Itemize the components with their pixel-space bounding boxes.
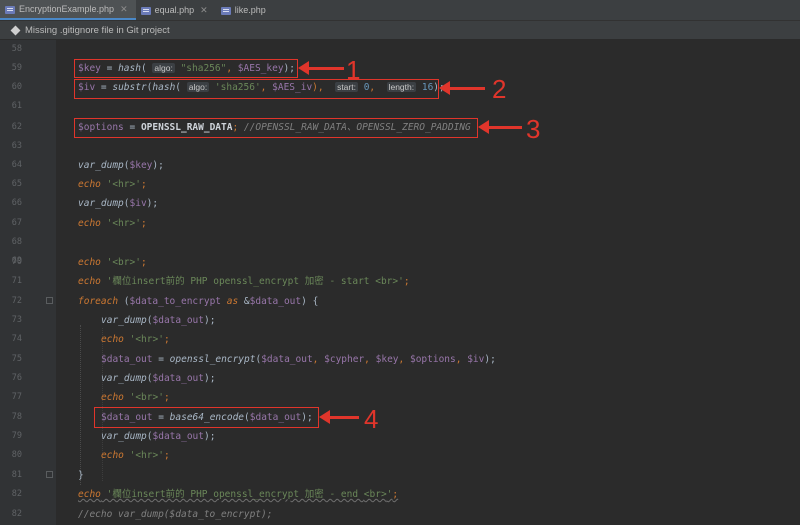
arrow-icon — [319, 410, 359, 424]
annotation-number-1: 1 — [346, 55, 361, 85]
line-number: 62 — [11, 122, 22, 132]
annotation-number-4: 4 — [364, 404, 379, 434]
code-text: var_dump($iv); — [78, 198, 159, 209]
line-number: 80 — [11, 450, 22, 460]
code-line: 77 echo '<br>'; — [0, 388, 800, 407]
line-number: 67 — [11, 218, 22, 228]
code-text: echo '<br>'; — [78, 257, 147, 268]
php-file-icon — [220, 6, 231, 15]
line-number: 74 — [11, 334, 22, 344]
code-line: 70 echo '<br>'; — [0, 253, 800, 272]
line-number: 81 — [11, 470, 22, 480]
code-line: 76 var_dump($data_out); — [0, 369, 800, 388]
line-number: 65 — [11, 179, 22, 189]
code-text: foreach ($data_to_encrypt as &$data_out)… — [78, 296, 319, 307]
git-icon — [10, 25, 21, 35]
code-line: 67 echo '<hr>'; — [0, 214, 800, 233]
line-number: 59 — [11, 63, 22, 73]
line-number: 61 — [11, 101, 22, 111]
code-line: 71 echo '欄位insert前的 PHP openssl_encrypt … — [0, 272, 800, 291]
code-text: var_dump($data_out); — [101, 315, 216, 326]
code-text: } — [78, 470, 84, 481]
code-line: 61 — [0, 97, 800, 116]
code-text: echo '<hr>'; — [78, 179, 147, 190]
code-text: echo '<hr>'; — [101, 450, 170, 461]
arrow-icon — [298, 61, 344, 75]
line-number: 79 — [11, 431, 22, 441]
code-line: 81 } — [0, 466, 800, 485]
code-line: 72 foreach ($data_to_encrypt as &$data_o… — [0, 292, 800, 311]
code-line: 64 var_dump($key); — [0, 156, 800, 175]
line-number: 73 — [11, 315, 22, 325]
line-number: 78 — [11, 412, 22, 422]
line-number: 75 — [11, 354, 22, 364]
line-number: 58 — [11, 44, 22, 54]
annotation-number-2: 2 — [492, 74, 507, 104]
tab-label: equal.php — [154, 5, 195, 15]
tab-like[interactable]: like.php — [216, 0, 274, 20]
tab-label: EncryptionExample.php — [19, 4, 115, 14]
tab-label: like.php — [234, 5, 266, 15]
highlight-box-3 — [74, 118, 478, 138]
code-text: var_dump($data_out); — [101, 373, 216, 384]
code-text: echo '<hr>'; — [101, 334, 170, 345]
code-line: 63 — [0, 137, 800, 156]
code-line: 82 82 //echo var_dump($data_to_encrypt); — [0, 505, 800, 524]
code-text: echo '欄位insert前的 PHP openssl_encrypt 加密 … — [78, 276, 410, 287]
line-number: 77 — [11, 392, 22, 402]
line-number: 71 — [11, 276, 22, 286]
highlight-box-2 — [74, 79, 439, 99]
code-line: 58 — [0, 40, 800, 59]
line-number: 76 — [11, 373, 22, 383]
code-text: var_dump($data_out); — [101, 431, 216, 442]
line-number: 66 — [11, 198, 22, 208]
line-number: 60 — [11, 82, 22, 92]
code-line: 66 var_dump($iv); — [0, 194, 800, 213]
highlight-box-4 — [94, 407, 319, 428]
annotation-number-3: 3 — [526, 114, 541, 144]
fold-icon[interactable] — [46, 297, 53, 304]
php-file-icon — [140, 6, 151, 15]
notification-banner: Missing .gitignore file in Git project — [0, 21, 800, 40]
banner-text: Missing .gitignore file in Git project — [25, 24, 170, 36]
code-text: echo '<br>'; — [101, 392, 170, 403]
line-number: 82 — [11, 489, 22, 499]
editor-tab-bar: EncryptionExample.php ✕ equal.php ✕ like… — [0, 0, 800, 21]
code-line: 82 echo '欄位insert前的 PHP openssl_encrypt … — [0, 485, 800, 504]
code-line: 75 $data_out = openssl_encrypt($data_out… — [0, 350, 800, 369]
code-text: echo '欄位insert前的 PHP openssl_encrypt 加密 … — [78, 489, 399, 500]
line-number: 72 — [11, 296, 22, 306]
close-icon[interactable]: ✕ — [120, 4, 128, 15]
code-line: 68 — [0, 233, 800, 252]
arrow-icon — [439, 81, 485, 95]
tab-encryption-example[interactable]: EncryptionExample.php ✕ — [0, 0, 136, 20]
code-text: echo '<hr>'; — [78, 218, 147, 229]
code-text: //echo var_dump($data_to_encrypt); — [78, 509, 273, 520]
highlight-box-1 — [74, 59, 298, 78]
php-file-icon — [5, 5, 15, 14]
line-number: 70 — [11, 257, 22, 267]
line-number: 68 — [11, 237, 22, 247]
code-text: var_dump($key); — [78, 160, 164, 171]
code-line: 80 echo '<hr>'; — [0, 446, 800, 465]
code-line: 65 echo '<hr>'; — [0, 175, 800, 194]
line-number: 63 — [11, 141, 22, 151]
close-icon[interactable]: ✕ — [200, 5, 208, 16]
code-editor[interactable]: 58 59 $key = hash( algo: "sha256", $AES_… — [0, 40, 800, 525]
fold-icon[interactable] — [46, 471, 53, 478]
code-text: $data_out = openssl_encrypt($data_out, $… — [101, 354, 496, 365]
arrow-icon — [478, 120, 522, 134]
tab-equal[interactable]: equal.php ✕ — [136, 0, 216, 20]
code-line: 73 var_dump($data_out); — [0, 311, 800, 330]
code-line: 79 var_dump($data_out); — [0, 427, 800, 446]
line-number: 64 — [11, 160, 22, 170]
code-line: 74 echo '<hr>'; — [0, 330, 800, 349]
